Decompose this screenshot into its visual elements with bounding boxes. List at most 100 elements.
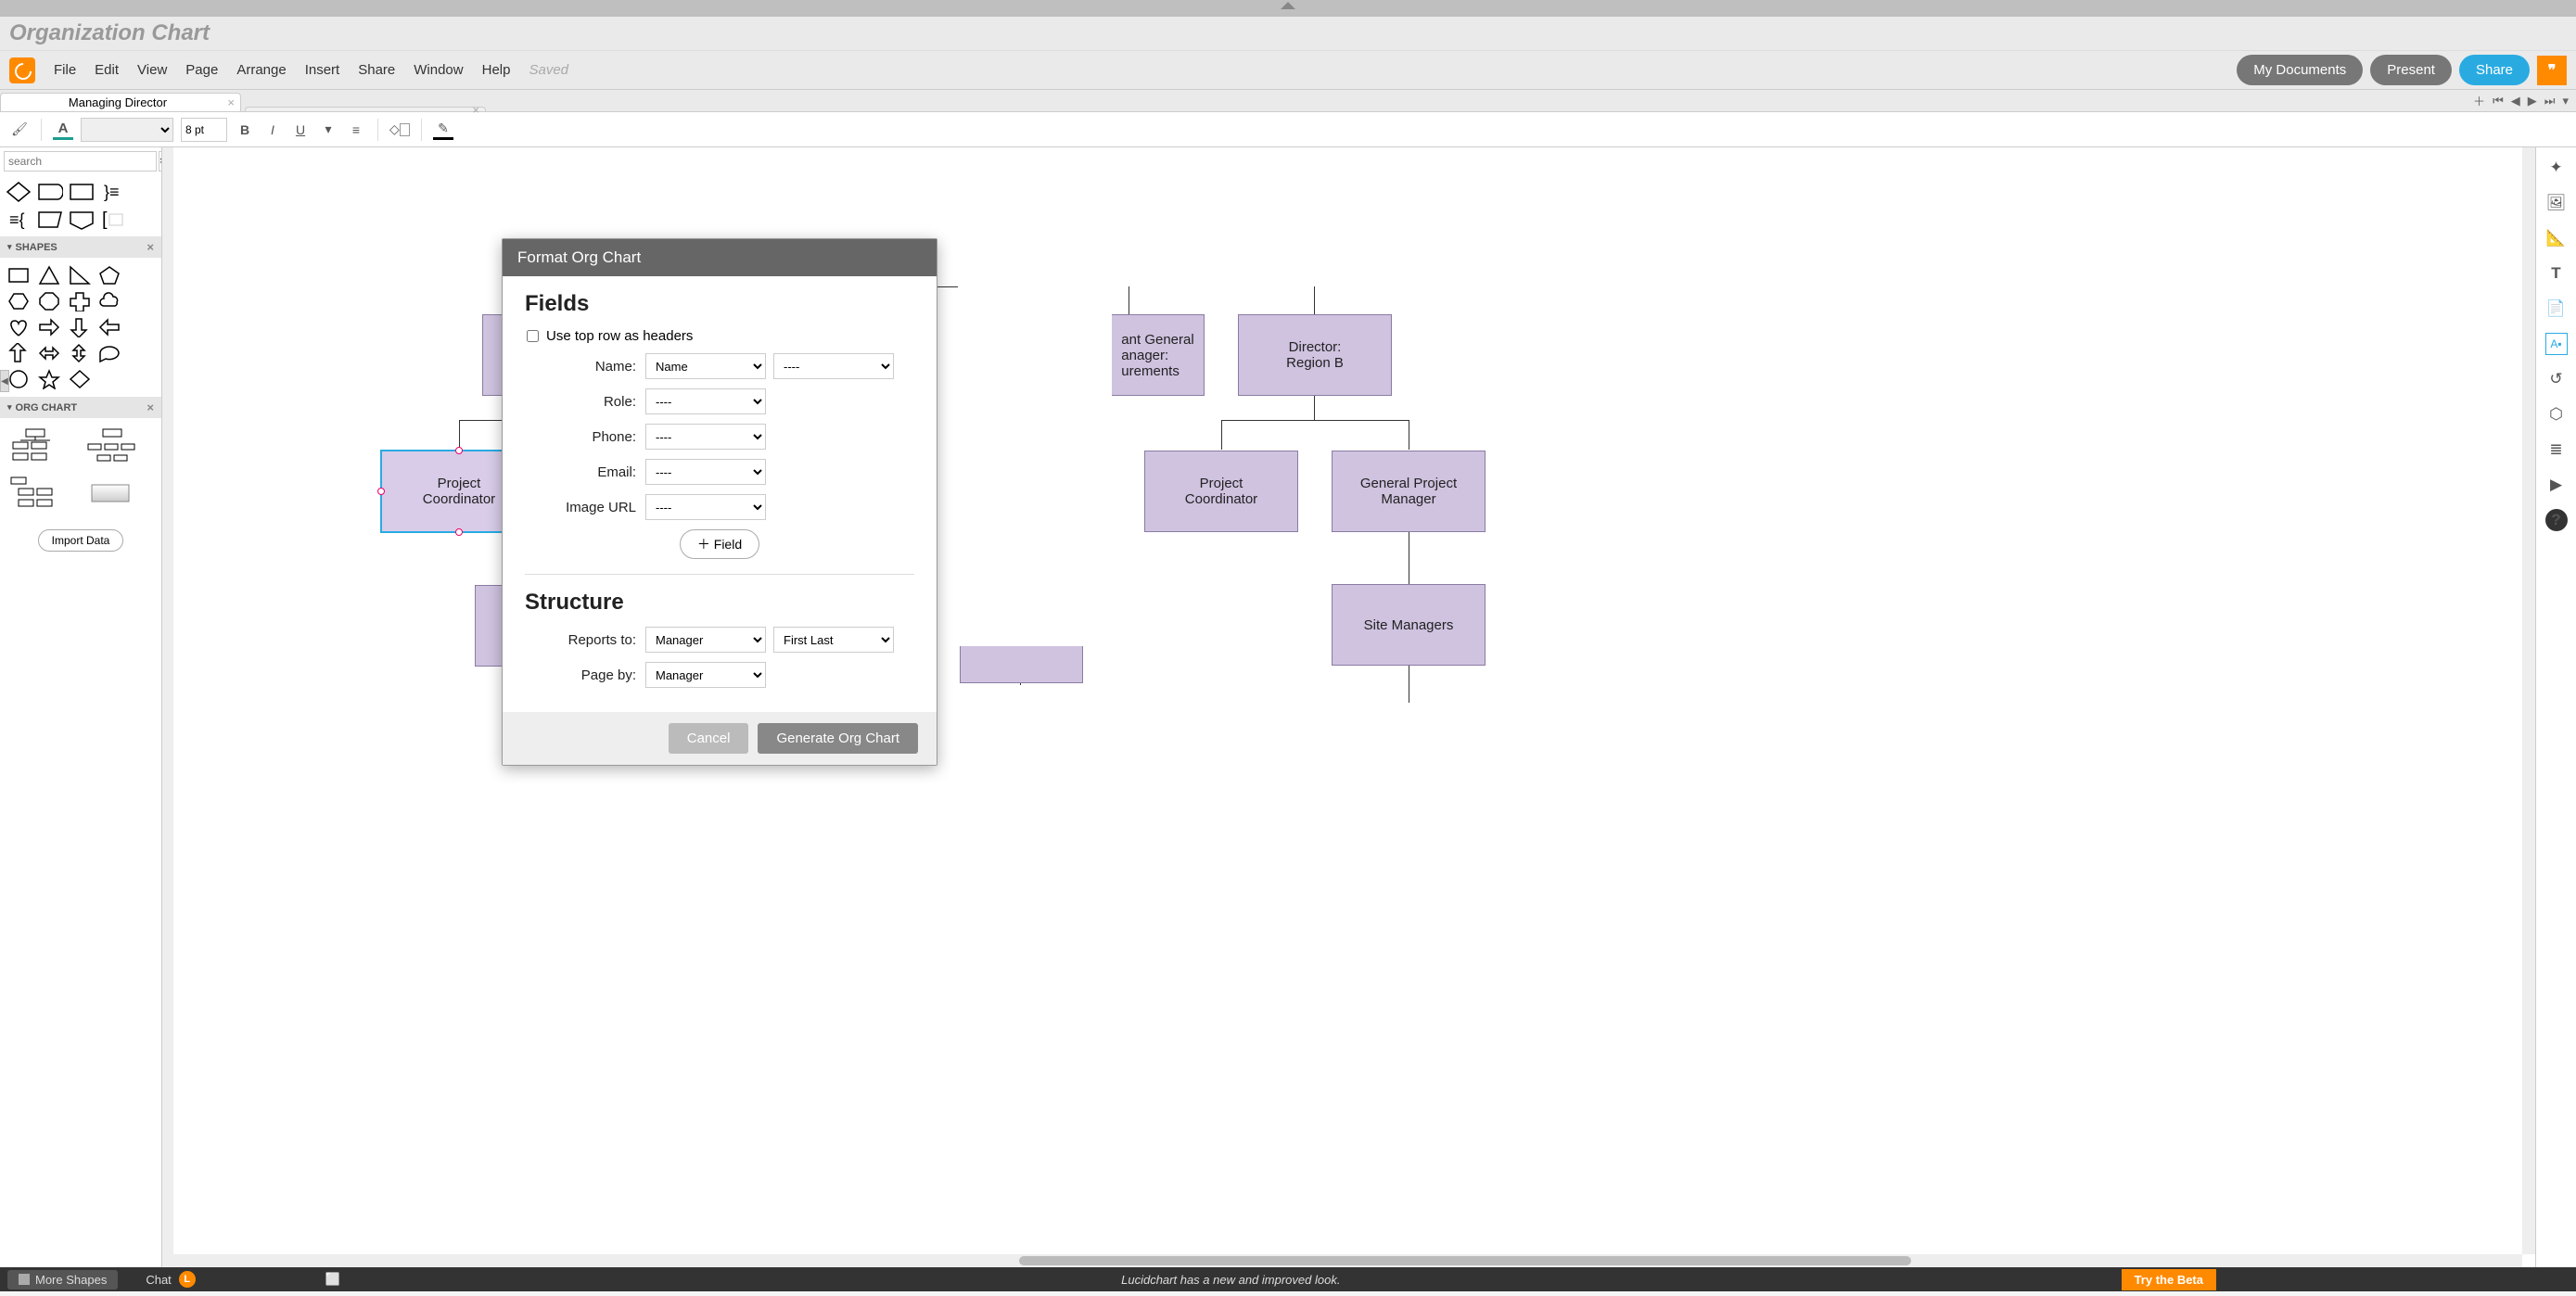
page-by-select[interactable]: Manager bbox=[645, 662, 766, 688]
heart-icon[interactable] bbox=[7, 317, 30, 337]
text-icon[interactable]: T bbox=[2545, 262, 2568, 285]
menu-page[interactable]: Page bbox=[176, 57, 227, 83]
expand-chat-icon[interactable]: ⬜ bbox=[325, 1272, 340, 1287]
document-title[interactable]: Organization Chart bbox=[9, 20, 2567, 46]
orgchart-section-header[interactable]: ▾ ORG CHART × bbox=[0, 397, 161, 418]
arrow-leftright-icon[interactable] bbox=[38, 343, 60, 363]
resize-handle[interactable] bbox=[455, 447, 463, 454]
arrow-right-icon[interactable] bbox=[38, 317, 60, 337]
next-page-icon[interactable]: ▶ bbox=[2528, 94, 2537, 108]
add-field-button[interactable]: ＋ Field bbox=[680, 529, 759, 559]
name-field-select-2[interactable]: ---- bbox=[773, 353, 894, 379]
horizontal-scrollbar[interactable] bbox=[173, 1254, 2522, 1267]
app-logo-icon[interactable] bbox=[9, 57, 35, 83]
menu-file[interactable]: File bbox=[45, 57, 85, 83]
user-avatar[interactable]: L bbox=[179, 1271, 196, 1288]
reports-to-format-select[interactable]: First Last bbox=[773, 627, 894, 653]
bold-button[interactable]: B bbox=[235, 120, 255, 140]
close-icon[interactable]: × bbox=[147, 400, 154, 414]
close-icon[interactable]: × bbox=[147, 240, 154, 254]
try-beta-button[interactable]: Try the Beta bbox=[2122, 1269, 2216, 1290]
menu-edit[interactable]: Edit bbox=[85, 57, 128, 83]
org-node-project-coordinator-b[interactable]: ProjectCoordinator bbox=[1144, 451, 1298, 532]
arrow-updown-icon[interactable] bbox=[69, 343, 91, 363]
resize-handle[interactable] bbox=[455, 528, 463, 536]
collapse-sidebar-button[interactable]: ◀ bbox=[0, 370, 9, 392]
close-icon[interactable]: × bbox=[227, 95, 235, 109]
shape-icon[interactable]: }≡ bbox=[100, 181, 126, 203]
star-icon[interactable] bbox=[38, 369, 60, 389]
orgchart-template-icon[interactable] bbox=[9, 427, 61, 464]
reports-to-select[interactable]: Manager bbox=[645, 627, 766, 653]
org-node-agm[interactable]: ant Generalanager:urements bbox=[1112, 314, 1205, 396]
phone-field-select[interactable]: ---- bbox=[645, 424, 766, 450]
scrollbar-thumb[interactable] bbox=[1019, 1256, 1912, 1265]
rectangle-icon[interactable] bbox=[7, 265, 30, 286]
last-page-icon[interactable]: ⏭ bbox=[2544, 94, 2556, 108]
import-data-button[interactable]: Import Data bbox=[38, 529, 124, 552]
present-button[interactable]: Present bbox=[2370, 55, 2452, 85]
chat-label[interactable]: Chat bbox=[146, 1273, 171, 1287]
orgchart-single-icon[interactable] bbox=[86, 476, 138, 513]
first-page-icon[interactable]: ⏮ bbox=[2493, 94, 2504, 108]
close-icon[interactable]: × bbox=[472, 103, 479, 117]
arrow-up-icon[interactable] bbox=[7, 343, 30, 363]
abc-icon[interactable]: A▪ bbox=[2545, 333, 2568, 355]
generate-org-chart-button[interactable]: Generate Org Chart bbox=[758, 723, 918, 754]
help-icon[interactable]: ? bbox=[2545, 509, 2568, 531]
tab-menu-icon[interactable]: ▾ bbox=[2562, 94, 2569, 108]
layers-icon[interactable]: ≣ bbox=[2545, 438, 2568, 461]
presentation-icon[interactable]: ▶ bbox=[2545, 474, 2568, 496]
org-node-site-managers-b[interactable]: Site Managers bbox=[1332, 584, 1486, 666]
arrow-left-icon[interactable] bbox=[98, 317, 121, 337]
align-button[interactable]: ≡ bbox=[346, 120, 366, 140]
right-triangle-icon[interactable] bbox=[69, 265, 91, 286]
text-options-dropdown[interactable]: ▾ bbox=[318, 120, 338, 140]
text-color-button[interactable]: A bbox=[53, 120, 73, 140]
pentagon-icon[interactable] bbox=[98, 265, 121, 286]
fill-color-button[interactable]: ◇ bbox=[389, 120, 410, 140]
menu-share[interactable]: Share bbox=[349, 57, 404, 83]
use-top-row-checkbox[interactable] bbox=[527, 330, 539, 342]
tab-managing-director[interactable]: Managing Director × bbox=[0, 93, 241, 111]
cancel-button[interactable]: Cancel bbox=[669, 723, 749, 754]
font-size-input[interactable] bbox=[181, 118, 227, 142]
image-field-select[interactable]: ---- bbox=[645, 494, 766, 520]
cross-icon[interactable] bbox=[69, 291, 91, 311]
shape-icon[interactable]: [ bbox=[100, 209, 126, 231]
shape-search-input[interactable] bbox=[4, 151, 157, 172]
share-button[interactable]: Share bbox=[2459, 55, 2530, 85]
menu-insert[interactable]: Insert bbox=[296, 57, 350, 83]
image-icon[interactable]: 🖼 bbox=[2545, 192, 2568, 214]
font-family-select[interactable] bbox=[81, 118, 173, 142]
shape-icon[interactable] bbox=[6, 181, 32, 203]
more-shapes-button[interactable]: More Shapes bbox=[7, 1270, 118, 1290]
shape-icon[interactable] bbox=[69, 209, 95, 231]
triangle-icon[interactable] bbox=[38, 265, 60, 286]
hexagon-icon[interactable]: ⬡ bbox=[2545, 403, 2568, 426]
hexagon-icon[interactable] bbox=[7, 291, 30, 311]
name-field-select[interactable]: Name bbox=[645, 353, 766, 379]
tab-inactive[interactable]: × bbox=[245, 107, 486, 111]
vertical-scrollbar[interactable] bbox=[2522, 147, 2535, 1254]
paint-format-icon[interactable]: 🖌 bbox=[9, 120, 30, 140]
circle-icon[interactable] bbox=[7, 369, 30, 389]
shape-icon[interactable] bbox=[37, 181, 63, 203]
underline-button[interactable]: U bbox=[290, 120, 311, 140]
menu-window[interactable]: Window bbox=[404, 57, 472, 83]
line-color-button[interactable]: ✎ bbox=[433, 120, 453, 140]
orgchart-template-icon[interactable] bbox=[86, 427, 138, 464]
shape-icon[interactable] bbox=[69, 181, 95, 203]
history-icon[interactable]: ↺ bbox=[2545, 368, 2568, 390]
shapes-section-header[interactable]: ▾ SHAPES × bbox=[0, 236, 161, 258]
page-icon[interactable]: 📄 bbox=[2545, 298, 2568, 320]
org-node-gpm-b[interactable]: General ProjectManager bbox=[1332, 451, 1486, 532]
sidebar-scrollbar[interactable] bbox=[162, 147, 173, 1267]
menu-help[interactable]: Help bbox=[473, 57, 520, 83]
menu-arrange[interactable]: Arrange bbox=[227, 57, 295, 83]
shape-icon[interactable] bbox=[37, 209, 63, 231]
ruler-icon[interactable]: 📐 bbox=[2545, 227, 2568, 249]
italic-button[interactable]: I bbox=[262, 120, 283, 140]
feedback-button[interactable]: ❞ bbox=[2537, 56, 2567, 85]
prev-page-icon[interactable]: ◀ bbox=[2511, 94, 2520, 108]
